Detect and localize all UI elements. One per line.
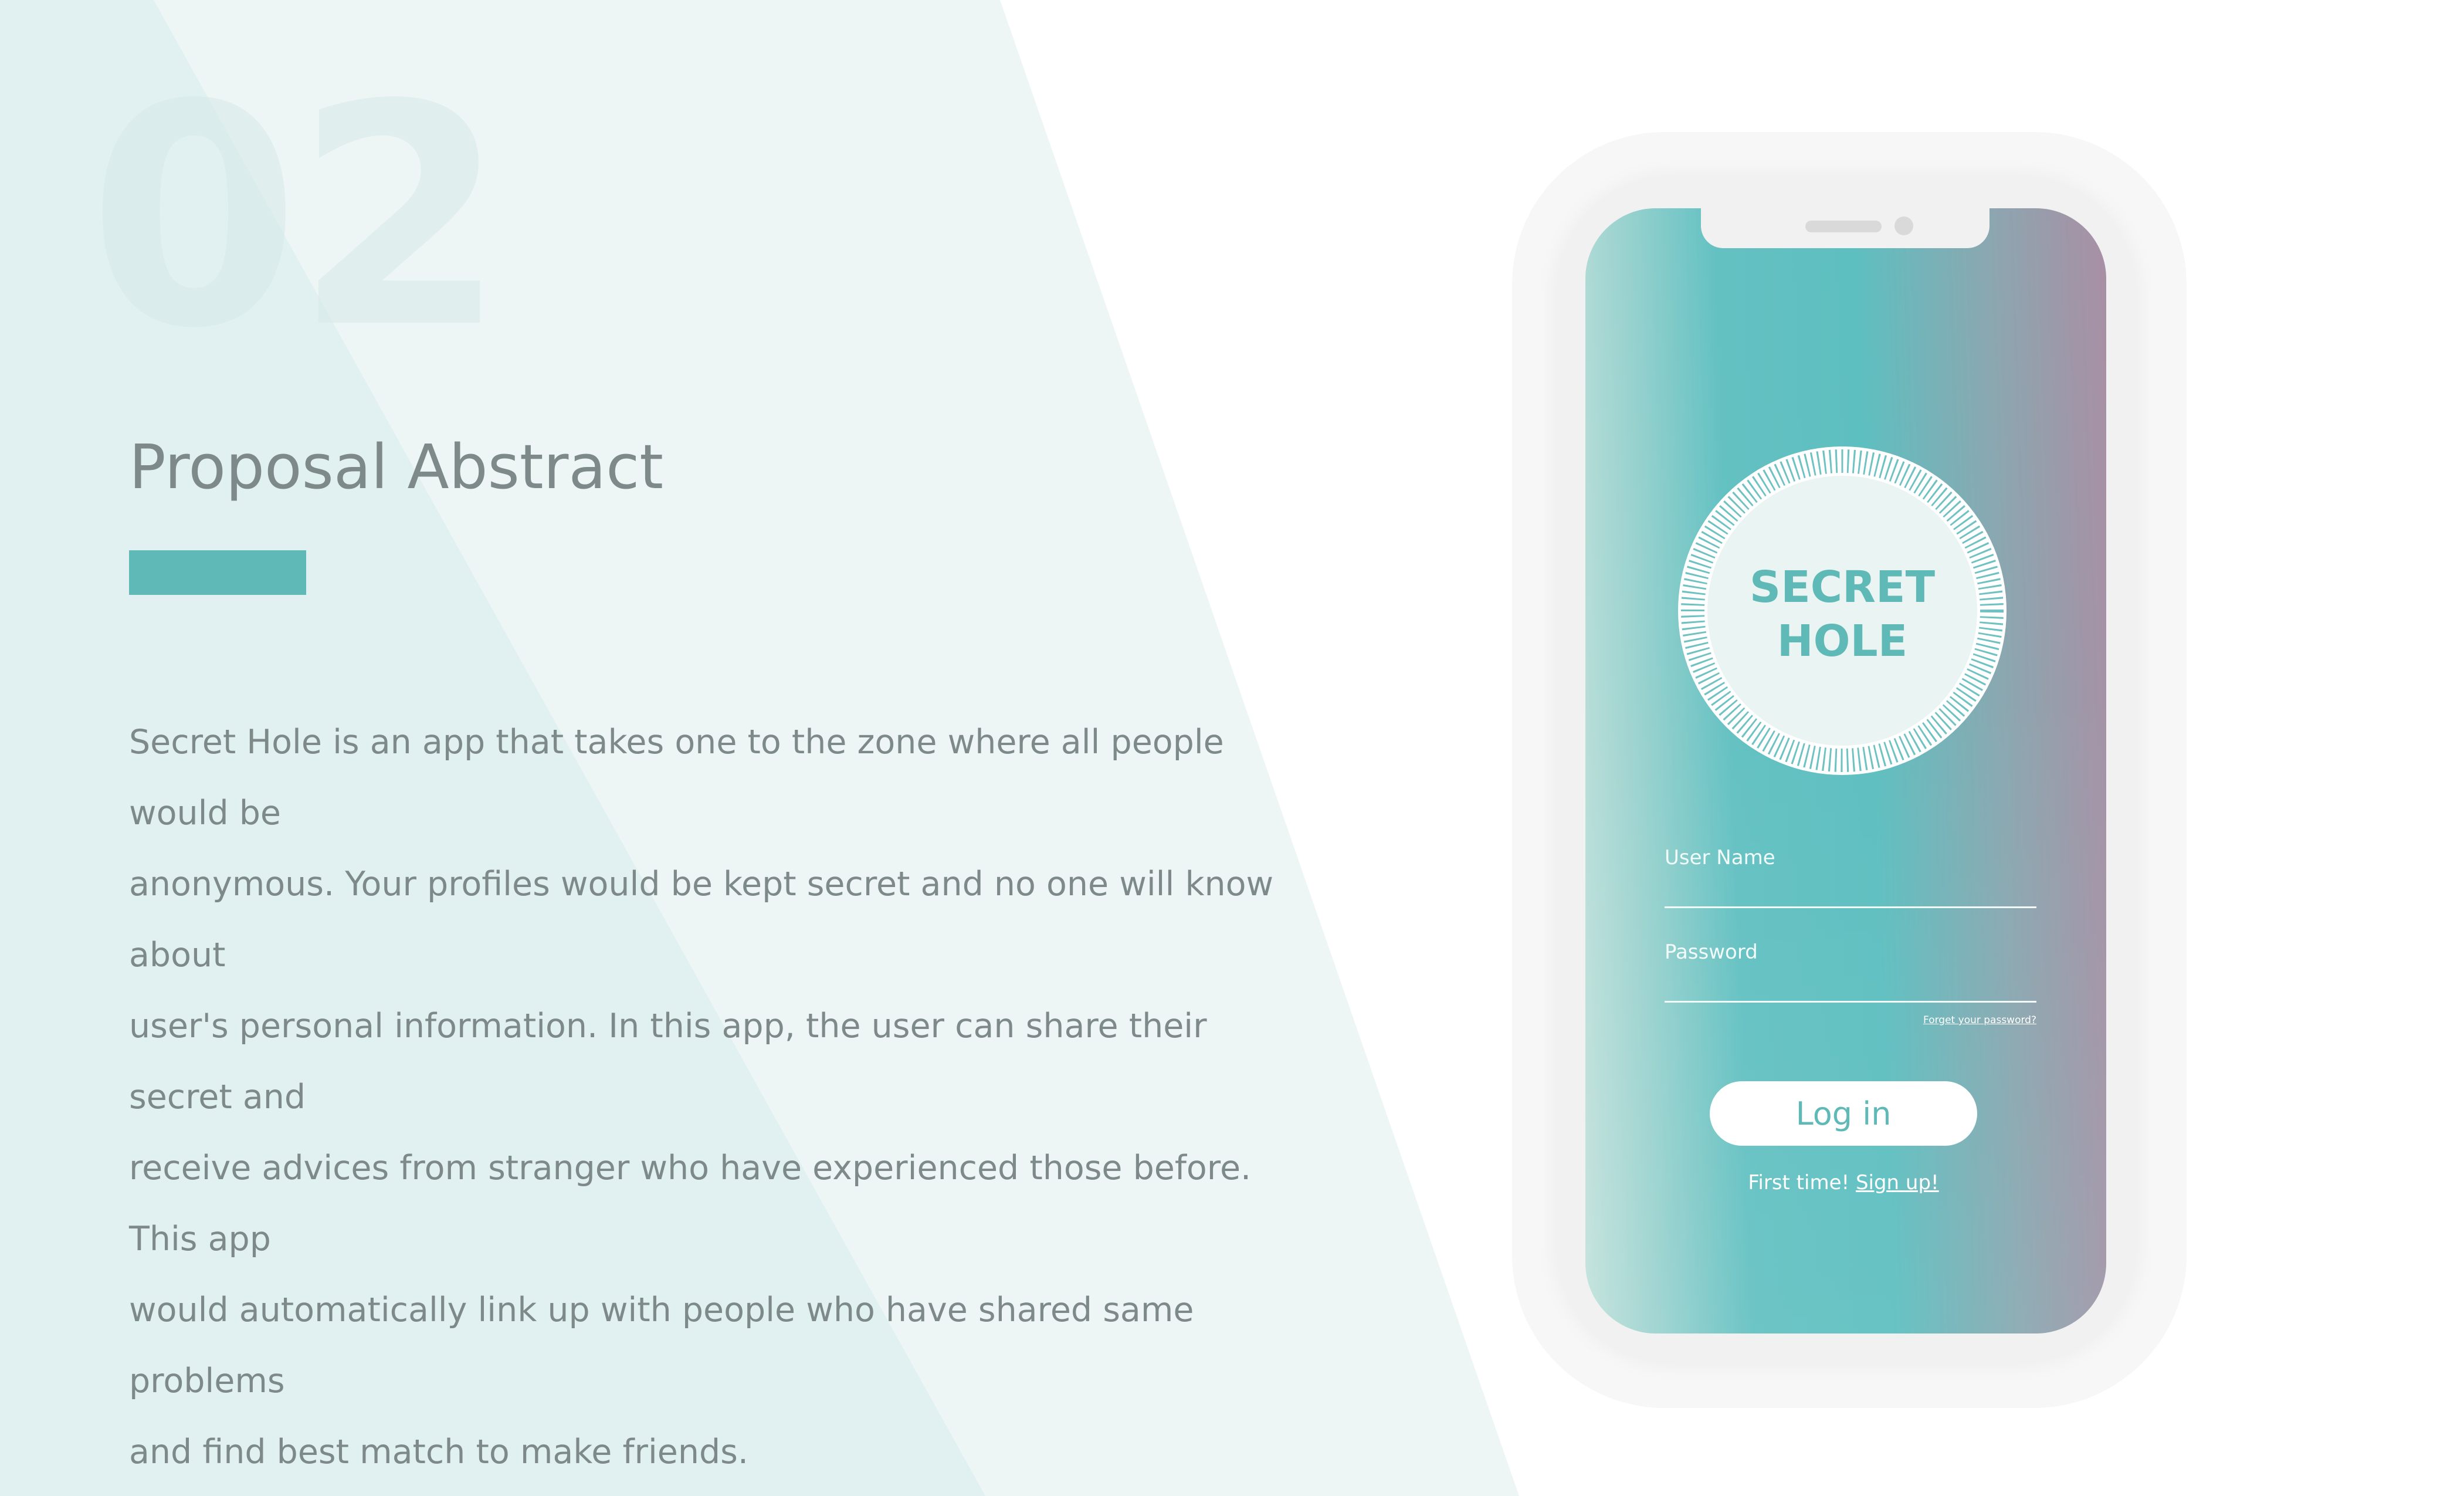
front-camera xyxy=(1894,216,1913,235)
forgot-password-link[interactable]: Forget your password? xyxy=(1894,1014,2036,1026)
logo-line-hole: HOLE xyxy=(1777,616,1908,666)
slide-number: 02 xyxy=(88,39,507,395)
password-field[interactable] xyxy=(1665,1001,2036,1003)
abstract-line: user's personal information. In this app… xyxy=(129,1007,1207,1116)
slide-title: Proposal Abstract xyxy=(129,431,664,503)
first-time-text: First time! xyxy=(1748,1171,1850,1194)
slide: 02 Proposal Abstract Secret Hole is an a… xyxy=(0,0,2464,1496)
app-logo-text: SECRET HOLE xyxy=(1676,560,2008,668)
signup-prompt: First time! Sign up! xyxy=(1710,1171,1977,1194)
username-field[interactable] xyxy=(1665,906,2036,908)
abstract-paragraph: Secret Hole is an app that takes one to … xyxy=(129,707,1302,1488)
abstract-line: receive advices from stranger who have e… xyxy=(129,1149,1252,1258)
logo-line-secret: SECRET xyxy=(1749,562,1936,612)
password-label: Password xyxy=(1665,940,1758,964)
speaker-grille xyxy=(1805,221,1882,232)
abstract-line: anonymous. Your profiles would be kept s… xyxy=(129,865,1274,974)
abstract-line: Secret Hole is an app that takes one to … xyxy=(129,723,1224,832)
abstract-line: would automatically link up with people … xyxy=(129,1291,1194,1400)
login-button[interactable]: Log in xyxy=(1710,1081,1977,1146)
signup-link[interactable]: Sign up! xyxy=(1856,1171,1939,1194)
username-label: User Name xyxy=(1665,846,1775,869)
title-accent-bar xyxy=(129,550,306,595)
abstract-line: and find best match to make friends. xyxy=(129,1433,748,1471)
